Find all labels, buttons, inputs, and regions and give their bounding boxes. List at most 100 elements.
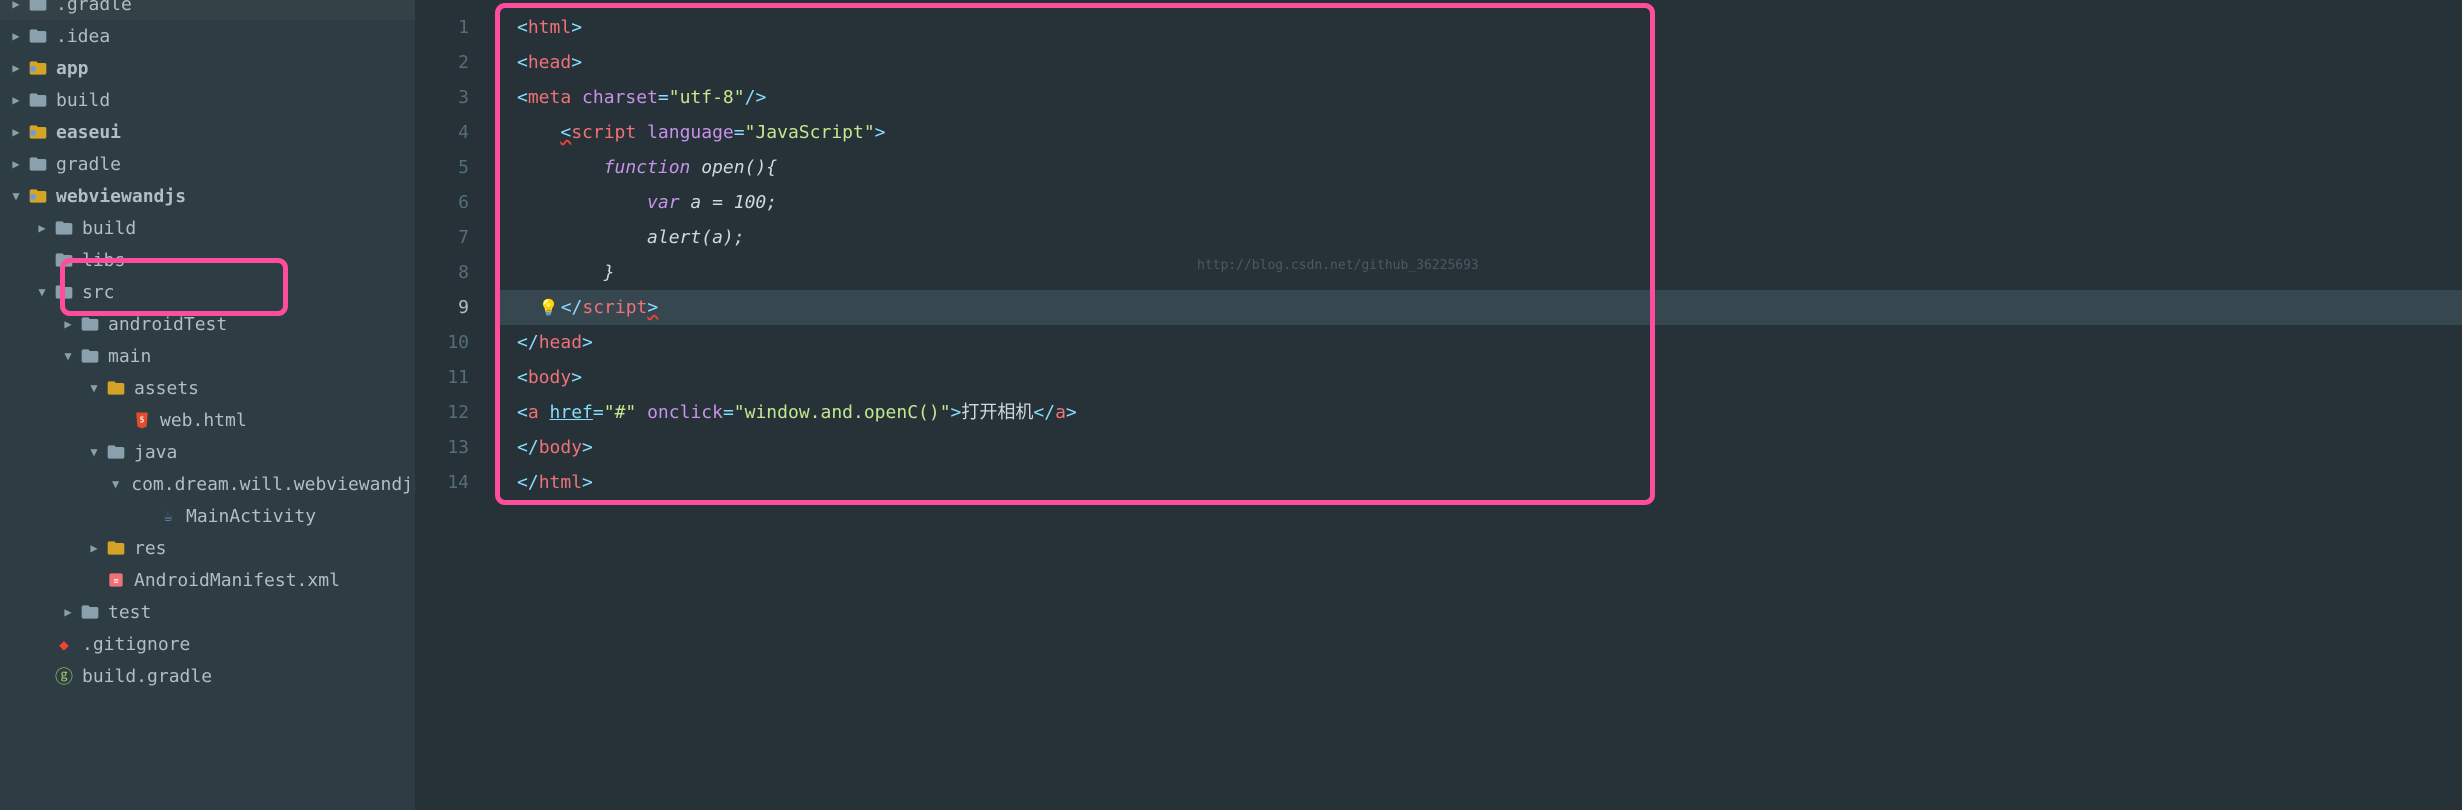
folder-icon	[28, 154, 48, 174]
chevron-right-icon[interactable]: ▶	[8, 60, 24, 76]
tree-item-assets[interactable]: ▼ assets	[0, 372, 415, 404]
tree-item-build[interactable]: ▶ build	[0, 84, 415, 116]
chevron-down-icon[interactable]: ▼	[60, 348, 76, 364]
chevron-down-icon[interactable]: ▼	[112, 476, 119, 492]
tree-item-label: java	[134, 442, 177, 463]
line-number[interactable]: 10	[415, 325, 469, 360]
folder-icon	[80, 346, 100, 366]
tree-item-libs[interactable]: libs	[0, 244, 415, 276]
line-number[interactable]: 8	[415, 255, 469, 290]
chevron-down-icon[interactable]: ▼	[34, 284, 50, 300]
tree-item-label: webviewandjs	[56, 186, 186, 207]
tree-item-label: .gradle	[56, 0, 132, 15]
tree-item--idea[interactable]: ▶.idea	[0, 20, 415, 52]
folder-icon	[28, 90, 48, 110]
tree-item-label: libs	[82, 250, 125, 271]
html-icon: 5	[132, 410, 152, 430]
chevron-right-icon[interactable]: ▶	[8, 156, 24, 172]
tree-item-label: com.dream.will.webviewandjs	[131, 474, 415, 495]
line-number[interactable]: 6	[415, 185, 469, 220]
module-icon	[28, 186, 48, 206]
line-number[interactable]: 7	[415, 220, 469, 255]
line-number[interactable]: 3	[415, 80, 469, 115]
tree-item-app[interactable]: ▶ app	[0, 52, 415, 84]
folder-icon	[54, 218, 74, 238]
line-number[interactable]: 5	[415, 150, 469, 185]
git-icon: ◆	[54, 634, 74, 654]
chevron-right-icon[interactable]: ▶	[34, 220, 50, 236]
tree-item-label: build	[82, 218, 136, 239]
chevron-right-icon[interactable]: ▶	[8, 124, 24, 140]
resfolder-icon	[106, 538, 126, 558]
tree-item-label: .gitignore	[82, 634, 190, 655]
tree-item-androidTest[interactable]: ▶ androidTest	[0, 308, 415, 340]
tree-item-build-gradle[interactable]: ⓖbuild.gradle	[0, 660, 415, 692]
code-editor[interactable]: <html> <head> <meta charset="utf-8"/> <s…	[497, 0, 2462, 810]
line-number[interactable]: 14	[415, 465, 469, 500]
svg-text:5: 5	[140, 416, 145, 425]
project-tree-panel: ▶.gradle▶.idea▶app▶build▶easeui▶gradle▼w…	[0, 0, 415, 810]
line-number[interactable]: 1	[415, 10, 469, 45]
line-number[interactable]: 11	[415, 360, 469, 395]
chevron-down-icon[interactable]: ▼	[8, 188, 24, 204]
tree-item-label: test	[108, 602, 151, 623]
folder-icon	[54, 250, 74, 270]
line-number[interactable]: 12	[415, 395, 469, 430]
watermark-text: http://blog.csdn.net/github_36225693	[1197, 258, 1479, 273]
tree-item-label: gradle	[56, 154, 121, 175]
editor-gutter: 1234567891011121314	[415, 0, 497, 810]
tree-item-easeui[interactable]: ▶ easeui	[0, 116, 415, 148]
tree-item-label: app	[56, 58, 89, 79]
tree-item-build[interactable]: ▶ build	[0, 212, 415, 244]
tree-item-label: build.gradle	[82, 666, 212, 687]
tree-item-AndroidManifest-xml[interactable]: ≡ AndroidManifest.xml	[0, 564, 415, 596]
line-number[interactable]: 4	[415, 115, 469, 150]
module-icon	[28, 122, 48, 142]
chevron-right-icon[interactable]: ▶	[86, 540, 102, 556]
folder-icon	[28, 0, 48, 14]
tree-item-test[interactable]: ▶ test	[0, 596, 415, 628]
tree-item-MainActivity[interactable]: ☕ MainActivity	[0, 500, 415, 532]
chevron-right-icon[interactable]: ▶	[60, 604, 76, 620]
arrow-spacer	[34, 668, 50, 684]
line-number[interactable]: 2	[415, 45, 469, 80]
arrow-spacer	[34, 636, 50, 652]
folder-icon	[54, 282, 74, 302]
arrow-spacer	[34, 252, 50, 268]
line-number[interactable]: 13	[415, 430, 469, 465]
svg-text:≡: ≡	[113, 575, 118, 585]
tree-item-web-html[interactable]: 5 web.html	[0, 404, 415, 436]
tree-item-label: build	[56, 90, 110, 111]
tree-item-label: MainActivity	[186, 506, 316, 527]
tree-item-java[interactable]: ▼ java	[0, 436, 415, 468]
line-number[interactable]: 9	[415, 290, 469, 325]
tree-item-label: AndroidManifest.xml	[134, 570, 340, 591]
chevron-down-icon[interactable]: ▼	[86, 380, 102, 396]
arrow-spacer	[138, 508, 154, 524]
intention-bulb-icon[interactable]: 💡	[539, 290, 561, 325]
tree-item-label: androidTest	[108, 314, 227, 335]
module-icon	[28, 58, 48, 78]
chevron-right-icon[interactable]: ▶	[60, 316, 76, 332]
tree-item-label: src	[82, 282, 115, 303]
folder-icon	[80, 314, 100, 334]
tree-item-label: web.html	[160, 410, 247, 431]
chevron-right-icon[interactable]: ▶	[8, 28, 24, 44]
tree-item-label: main	[108, 346, 151, 367]
chevron-right-icon[interactable]: ▶	[8, 0, 24, 12]
java-icon: ☕	[158, 506, 178, 526]
tree-item-label: assets	[134, 378, 199, 399]
tree-item-gradle[interactable]: ▶ gradle	[0, 148, 415, 180]
tree-item--gradle[interactable]: ▶ .gradle	[0, 0, 415, 20]
tree-item-src[interactable]: ▼ src	[0, 276, 415, 308]
tree-item-label: easeui	[56, 122, 121, 143]
folder-icon	[28, 26, 48, 46]
tree-item-com-dream-will-webviewandjs[interactable]: ▼ com.dream.will.webviewandjs	[0, 468, 415, 500]
chevron-right-icon[interactable]: ▶	[8, 92, 24, 108]
chevron-down-icon[interactable]: ▼	[86, 444, 102, 460]
tree-item-webviewandjs[interactable]: ▼ webviewandjs	[0, 180, 415, 212]
tree-item--gitignore[interactable]: ◆ .gitignore	[0, 628, 415, 660]
folder-icon	[80, 602, 100, 622]
tree-item-res[interactable]: ▶res	[0, 532, 415, 564]
tree-item-main[interactable]: ▼ main	[0, 340, 415, 372]
